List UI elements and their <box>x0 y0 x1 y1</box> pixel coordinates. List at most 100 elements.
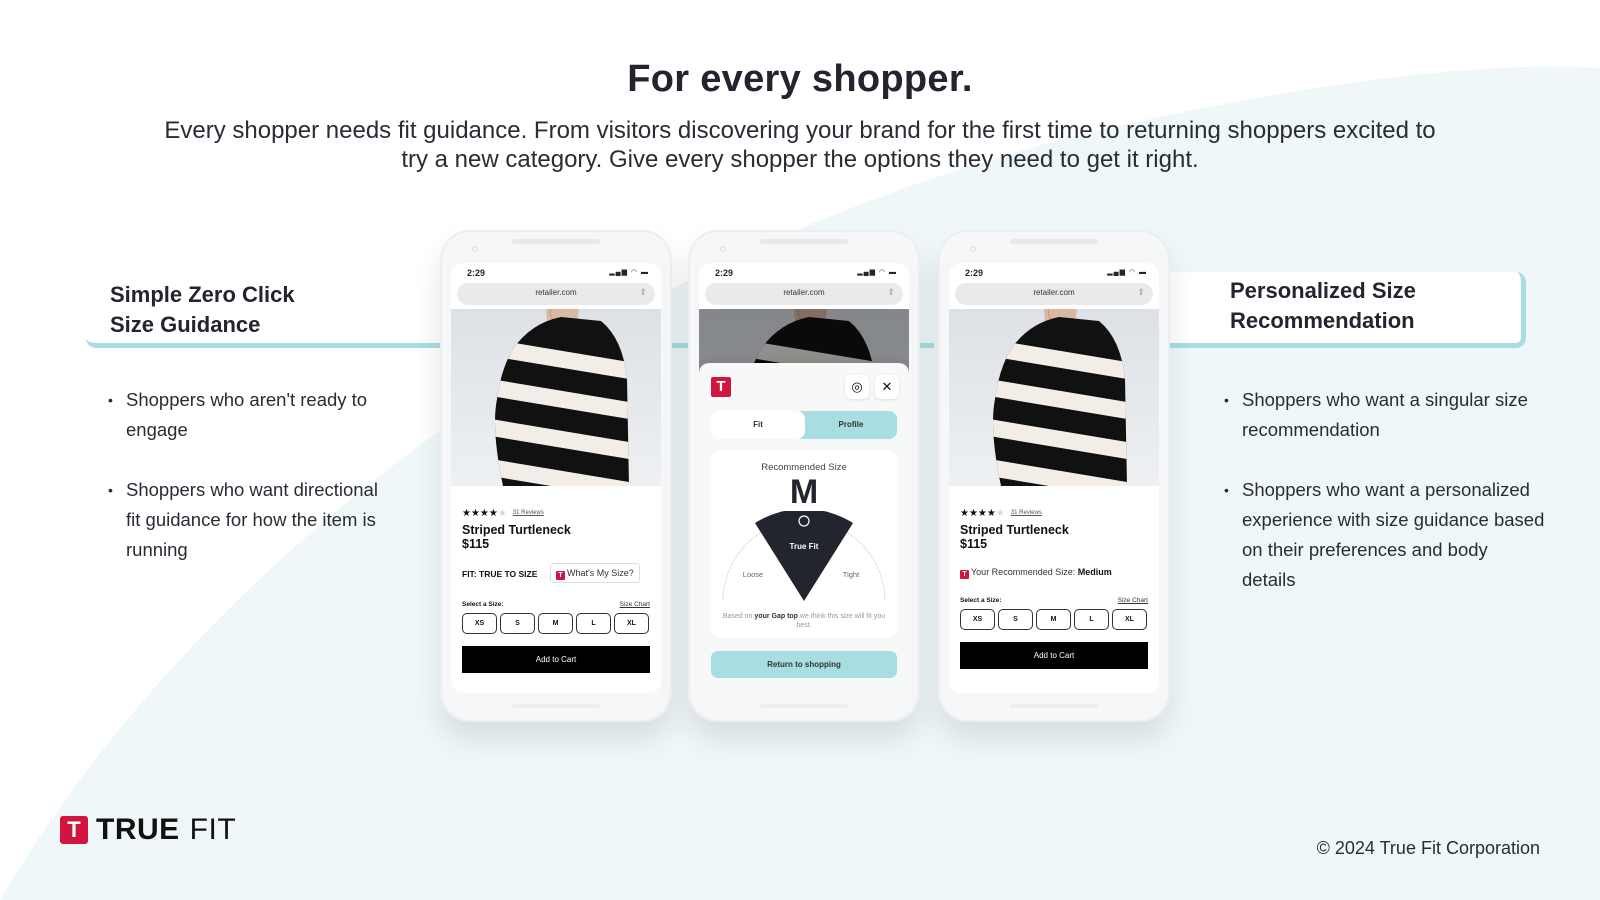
status-time: 2:29 <box>715 268 734 278</box>
page-title: For every shopper. <box>627 58 973 100</box>
phone-speaker <box>512 239 600 244</box>
phone-screen: 2:29 ▂▄▆ ◠ ▬ retailer.com ⇪ T ◎ ✕ Fit Pr… <box>699 263 909 693</box>
size-option[interactable]: M <box>538 613 573 634</box>
section-header-personalized: Personalized Size Recommendation <box>1150 272 1526 348</box>
url-text: retailer.com <box>535 288 577 297</box>
signal-wifi-battery-icon: ▂▄▆ ◠ ▬ <box>609 269 649 276</box>
recommended-size-line[interactable]: T Your Recommended Size: Medium <box>960 567 1148 585</box>
phone-home-bar <box>760 704 848 708</box>
size-select-row: Select a Size: Size Chart <box>462 601 650 613</box>
phone-home-bar <box>512 704 600 708</box>
phone-mockup-fit-modal: 2:29 ▂▄▆ ◠ ▬ retailer.com ⇪ T ◎ ✕ Fit Pr… <box>688 230 920 722</box>
section-header-zero-click: Simple Zero Click Size Guidance <box>86 270 446 348</box>
share-icon[interactable]: ⇪ <box>639 287 647 298</box>
bullet-dot-icon: • <box>108 482 113 498</box>
bullet-item: • Shoppers who want a singular size recom… <box>1224 385 1546 445</box>
size-chart-link[interactable]: Size Chart <box>1118 597 1148 604</box>
reviews-link[interactable]: 31 Reviews <box>1011 510 1042 516</box>
profile-icon[interactable]: ◎ <box>845 375 869 399</box>
add-to-cart-button[interactable]: Add to Cart <box>960 642 1148 669</box>
size-option[interactable]: XL <box>614 613 649 634</box>
bullet-list-personalized: • Shoppers who want a singular size recom… <box>1224 385 1546 625</box>
fit-gauge: True Fit Loose Tight <box>722 511 886 602</box>
product-price: $115 <box>960 537 988 551</box>
product-photo <box>949 309 1159 486</box>
product-name: Striped Turtleneck <box>960 523 1069 537</box>
section-title-line: Recommendation <box>1230 308 1415 333</box>
phone-screen: 2:29 ▂▄▆ ◠ ▬ retailer.com ⇪ ★★★★★ 31 Revi… <box>949 263 1159 693</box>
size-option[interactable]: S <box>998 609 1033 630</box>
url-bar[interactable]: retailer.com ⇪ <box>705 283 903 305</box>
add-to-cart-button[interactable]: Add to Cart <box>462 646 650 673</box>
return-to-shopping-button[interactable]: Return to shopping <box>711 651 897 678</box>
url-bar[interactable]: retailer.com ⇪ <box>457 283 655 305</box>
section-title-line: Personalized Size <box>1230 278 1416 303</box>
size-options: XS S M L XL <box>960 609 1148 630</box>
size-chart-link[interactable]: Size Chart <box>620 601 650 608</box>
gauge-label-loose: Loose <box>743 570 763 579</box>
signal-wifi-battery-icon: ▂▄▆ ◠ ▬ <box>857 269 897 276</box>
bullet-list-zero-click: • Shoppers who aren't ready to engage • Sh… <box>108 385 390 595</box>
size-option[interactable]: L <box>576 613 611 634</box>
size-option[interactable]: XS <box>960 609 995 630</box>
size-option[interactable]: XL <box>1112 609 1147 630</box>
recommended-size-value: M <box>789 473 819 511</box>
whats-my-size-button[interactable]: T What's My Size? <box>550 563 640 583</box>
bullet-item: • Shoppers who want directional fit guida… <box>108 475 390 565</box>
product-photo <box>451 309 661 486</box>
sweater-photo <box>993 309 1127 486</box>
bullet-item: • Shoppers who want a personalized experi… <box>1224 475 1546 595</box>
phone-camera-icon <box>720 246 726 252</box>
size-option[interactable]: L <box>1074 609 1109 630</box>
share-icon[interactable]: ⇪ <box>887 287 895 298</box>
copyright: © 2024 True Fit Corporation <box>1316 838 1540 858</box>
phone-speaker <box>760 239 848 244</box>
phone-screen: 2:29 ▂▄▆ ◠ ▬ retailer.com ⇪ ★★★★★ 31 Revi… <box>451 263 661 693</box>
truefit-logo-icon: T <box>60 816 88 844</box>
size-select-row: Select a Size: Size Chart <box>960 597 1148 609</box>
phone-mockup-personalized: 2:29 ▂▄▆ ◠ ▬ retailer.com ⇪ ★★★★★ 31 Revi… <box>938 230 1170 722</box>
share-icon[interactable]: ⇪ <box>1137 287 1145 298</box>
size-option[interactable]: S <box>500 613 535 634</box>
bullet-item: • Shoppers who aren't ready to engage <box>108 385 390 445</box>
url-bar[interactable]: retailer.com ⇪ <box>955 283 1153 305</box>
logo-word-true: TRUE <box>96 813 180 846</box>
size-option[interactable]: M <box>1036 609 1071 630</box>
url-text: retailer.com <box>783 288 825 297</box>
gauge-label-tight: Tight <box>843 570 860 579</box>
status-bar: 2:29 ▂▄▆ ◠ ▬ <box>699 263 909 281</box>
select-size-label: Select a Size: <box>462 601 504 608</box>
recommended-size-label: Recommended Size <box>761 462 847 473</box>
recommendation-card: Recommended Size M True Fit Loose Tight … <box>711 451 897 637</box>
reviews-link[interactable]: 31 Reviews <box>513 510 544 516</box>
bullet-dot-icon: • <box>1224 482 1229 498</box>
phone-mockup-zero-click: 2:29 ▂▄▆ ◠ ▬ retailer.com ⇪ ★★★★★ 31 Revi… <box>440 230 672 722</box>
page-subtitle: Every shopper needs fit guidance. From v… <box>164 117 1436 173</box>
section-title-line: Size Guidance <box>110 312 261 337</box>
status-time: 2:29 <box>467 268 486 278</box>
tab-fit[interactable]: Fit <box>711 411 805 439</box>
close-icon[interactable]: ✕ <box>875 375 899 399</box>
status-bar: 2:29 ▂▄▆ ◠ ▬ <box>949 263 1159 281</box>
section-title-line: Simple Zero Click <box>110 282 295 307</box>
modal-tabs: Fit Profile <box>711 411 897 439</box>
size-option[interactable]: XS <box>462 613 497 634</box>
fit-label: FIT: TRUE TO SIZE <box>462 569 538 579</box>
select-size-label: Select a Size: <box>960 597 1002 604</box>
status-bar: 2:29 ▂▄▆ ◠ ▬ <box>451 263 661 281</box>
sweater-photo <box>495 309 629 486</box>
recommended-size-value: Medium <box>1077 567 1112 577</box>
url-text: retailer.com <box>1033 288 1075 297</box>
rating-stars-icon: ★★★★★ <box>462 508 507 519</box>
truefit-logo: T TRUE FIT <box>60 813 236 846</box>
truefit-logo-icon: T <box>711 377 731 397</box>
product-name: Striped Turtleneck <box>462 523 571 537</box>
bullet-dot-icon: • <box>108 392 113 408</box>
product-price: $115 <box>462 537 490 551</box>
size-options: XS S M L XL <box>462 613 650 634</box>
gauge-label-true-fit: True Fit <box>790 542 819 551</box>
tab-profile[interactable]: Profile <box>805 411 897 439</box>
product-info: ★★★★★ 31 Reviews Striped Turtleneck $115 … <box>462 503 650 673</box>
truefit-logo-icon: T <box>556 571 565 580</box>
phone-speaker <box>1010 239 1098 244</box>
